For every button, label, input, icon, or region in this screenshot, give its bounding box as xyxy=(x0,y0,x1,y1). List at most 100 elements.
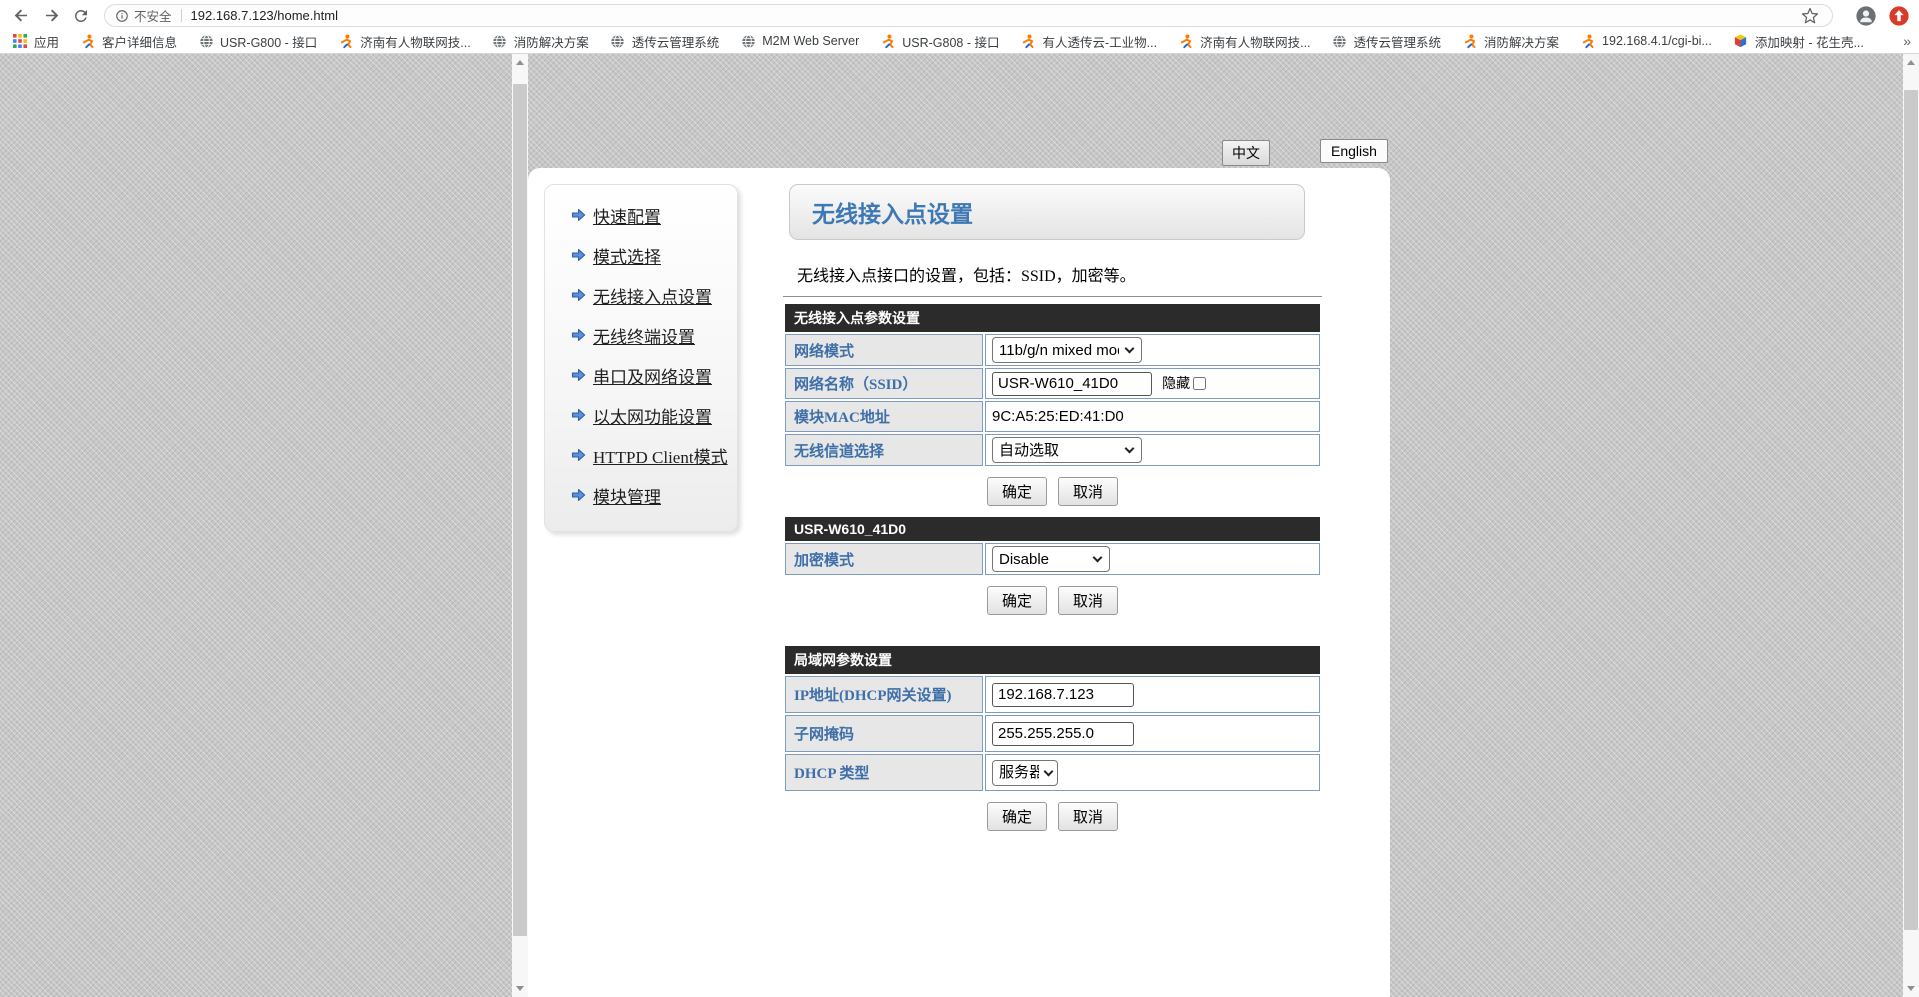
sidebar-item-5[interactable]: 串口及网络设置 xyxy=(571,355,737,395)
bookmark-star-button[interactable] xyxy=(1798,4,1822,28)
update-chrome-button[interactable] xyxy=(1887,4,1911,28)
sidebar-item-label[interactable]: 串口及网络设置 xyxy=(593,363,712,388)
dhcp-type-select[interactable]: 服务器 xyxy=(992,760,1058,786)
profile-button[interactable] xyxy=(1854,4,1878,28)
table-header: 无线接入点参数设置 xyxy=(785,304,1320,332)
sidebar-item-label[interactable]: 无线接入点设置 xyxy=(593,283,712,308)
scrollbar-up-button[interactable] xyxy=(1903,54,1919,71)
up-arrow-icon xyxy=(516,60,524,65)
page-viewport: 中文 English 快速配置模式选择无线接入点设置无线终端设置串口及网络设置以… xyxy=(0,54,1919,997)
forward-button[interactable] xyxy=(38,3,64,29)
ssid-input[interactable] xyxy=(992,372,1152,396)
cancel-button[interactable]: 取消 xyxy=(1058,802,1118,831)
scrollbar-down-button[interactable] xyxy=(1903,980,1919,997)
bookmark-label: 透传云管理系统 xyxy=(1354,32,1442,51)
sidebar-item-label[interactable]: 模式选择 xyxy=(593,243,661,268)
left-frame-scrollbar[interactable] xyxy=(512,54,528,997)
cancel-button[interactable]: 取消 xyxy=(1058,586,1118,615)
back-button[interactable] xyxy=(8,3,34,29)
bookmark-item[interactable]: 消防解决方案 xyxy=(1462,32,1559,51)
encryption-select[interactable]: Disable xyxy=(992,546,1110,572)
bookmark-label: 有人透传云-工业物... xyxy=(1043,32,1158,51)
ap-settings-table: 无线接入点参数设置 网络模式 11b/g/n mixed mode xyxy=(783,302,1322,468)
network-mode-select[interactable]: 11b/g/n mixed mode xyxy=(992,337,1142,363)
bookmark-label: USR-G808 - 接口 xyxy=(902,32,999,51)
sidebar-item-2[interactable]: 模式选择 xyxy=(571,235,737,275)
address-bar[interactable]: 不安全 192.168.7.123/home.html xyxy=(104,4,1833,27)
browser-chrome: 不安全 192.168.7.123/home.html xyxy=(0,0,1919,54)
url-text: 192.168.7.123/home.html xyxy=(191,8,338,23)
english-language-button[interactable]: English xyxy=(1320,139,1388,163)
sidebar-menu-list: 快速配置模式选择无线接入点设置无线终端设置串口及网络设置以太网功能设置 HTTPD… xyxy=(571,195,737,515)
encryption-table: USR-W610_41D0 加密模式 Disable xyxy=(783,515,1322,577)
cancel-button[interactable]: 取消 xyxy=(1058,477,1118,506)
scrollbar-up-button[interactable] xyxy=(512,54,528,71)
bookmark-label: 济南有人物联网技... xyxy=(1200,32,1310,51)
bookmarks-list: 客户详细信息 USR-G800 - 接口 济南有人物联网技... 消防解决方案 透传云管… xyxy=(80,32,1885,51)
bookmark-label: M2M Web Server xyxy=(762,34,859,48)
chinese-language-button[interactable]: 中文 xyxy=(1222,140,1270,166)
bookmark-item[interactable]: 济南有人物联网技... xyxy=(1178,32,1310,51)
person-icon xyxy=(1178,33,1194,49)
ip-input[interactable] xyxy=(992,683,1134,707)
ok-button[interactable]: 确定 xyxy=(987,802,1047,831)
divider xyxy=(783,296,1322,297)
bookmark-item[interactable]: 消防解决方案 xyxy=(492,32,589,51)
bookmark-item[interactable]: 济南有人物联网技... xyxy=(338,32,470,51)
arrow-icon xyxy=(571,488,586,502)
bookmark-item[interactable]: M2M Web Server xyxy=(740,33,859,49)
sidebar-item-8[interactable]: 模块管理 xyxy=(571,475,737,515)
sidebar-item-label[interactable]: 以太网功能设置 xyxy=(593,403,712,428)
sidebar-item-3[interactable]: 无线接入点设置 xyxy=(571,275,737,315)
bookmark-label: 客户详细信息 xyxy=(102,32,177,51)
bookmark-item[interactable]: 透传云管理系统 xyxy=(610,32,720,51)
apps-shortcut[interactable]: 应用 xyxy=(12,32,59,51)
sidebar-item-1[interactable]: 快速配置 xyxy=(571,195,737,235)
person-icon xyxy=(1462,33,1478,49)
ok-button[interactable]: 确定 xyxy=(987,477,1047,506)
down-arrow-icon xyxy=(1907,986,1915,991)
ok-button[interactable]: 确定 xyxy=(987,586,1047,615)
person-icon xyxy=(880,33,896,49)
site-info-button[interactable] xyxy=(115,9,129,23)
scrollbar-thumb[interactable] xyxy=(513,84,527,936)
star-icon xyxy=(1801,7,1819,25)
sidebar-item-label[interactable]: 模块管理 xyxy=(593,483,661,508)
update-arrow-icon xyxy=(1888,5,1910,27)
sidebar-item-label[interactable]: 无线终端设置 xyxy=(593,323,695,348)
globe-icon xyxy=(740,33,756,49)
globe-icon xyxy=(198,33,214,49)
sidebar-item-label[interactable]: HTTPD Client模式 xyxy=(593,443,728,468)
sidebar-item-4[interactable]: 无线终端设置 xyxy=(571,315,737,355)
arrow-icon xyxy=(571,408,586,422)
scrollbar-down-button[interactable] xyxy=(512,980,528,997)
bookmark-item[interactable]: 192.168.4.1/cgi-bi... xyxy=(1580,33,1712,49)
bookmark-item[interactable]: 添加映射 - 花生壳... xyxy=(1733,32,1864,51)
main-column: 无线接入点设置 无线接入点接口的设置，包括：SSID，加密等。 无线接入点参数设… xyxy=(783,168,1322,840)
arrow-icon xyxy=(571,368,586,382)
page-description: 无线接入点接口的设置，包括：SSID，加密等。 xyxy=(797,262,1322,286)
bookmark-item[interactable]: USR-G808 - 接口 xyxy=(880,32,999,51)
info-icon xyxy=(115,9,129,23)
bookmark-item[interactable]: USR-G800 - 接口 xyxy=(198,32,317,51)
sidebar-item-6[interactable]: 以太网功能设置 xyxy=(571,395,737,435)
scrollbar-thumb[interactable] xyxy=(1904,90,1918,930)
bookmark-item[interactable]: 有人透传云-工业物... xyxy=(1021,32,1158,51)
encryption-buttons: 确定 取消 xyxy=(783,586,1322,615)
up-arrow-icon xyxy=(1907,60,1915,65)
hide-ssid-checkbox[interactable] xyxy=(1193,377,1206,390)
down-arrow-icon xyxy=(516,986,524,991)
refresh-button[interactable] xyxy=(68,3,94,29)
content-box: 快速配置模式选择无线接入点设置无线终端设置串口及网络设置以太网功能设置 HTTPD… xyxy=(528,168,1390,997)
bookmarks-bar: 应用 客户详细信息 USR-G800 - 接口 济南有人物联网技... 消防解决方案 透… xyxy=(0,29,1919,53)
bookmarks-overflow-button[interactable]: » xyxy=(1903,33,1911,49)
bookmark-label: 消防解决方案 xyxy=(514,32,589,51)
refresh-icon xyxy=(72,7,90,25)
main-frame-scrollbar[interactable] xyxy=(1903,54,1919,997)
sidebar-item-7[interactable]: HTTPD Client模式 xyxy=(571,435,737,475)
bookmark-item[interactable]: 透传云管理系统 xyxy=(1332,32,1442,51)
sidebar-item-label[interactable]: 快速配置 xyxy=(593,203,661,228)
netmask-input[interactable] xyxy=(992,722,1134,746)
channel-select[interactable]: 自动选取 xyxy=(992,437,1142,463)
bookmark-item[interactable]: 客户详细信息 xyxy=(80,32,177,51)
